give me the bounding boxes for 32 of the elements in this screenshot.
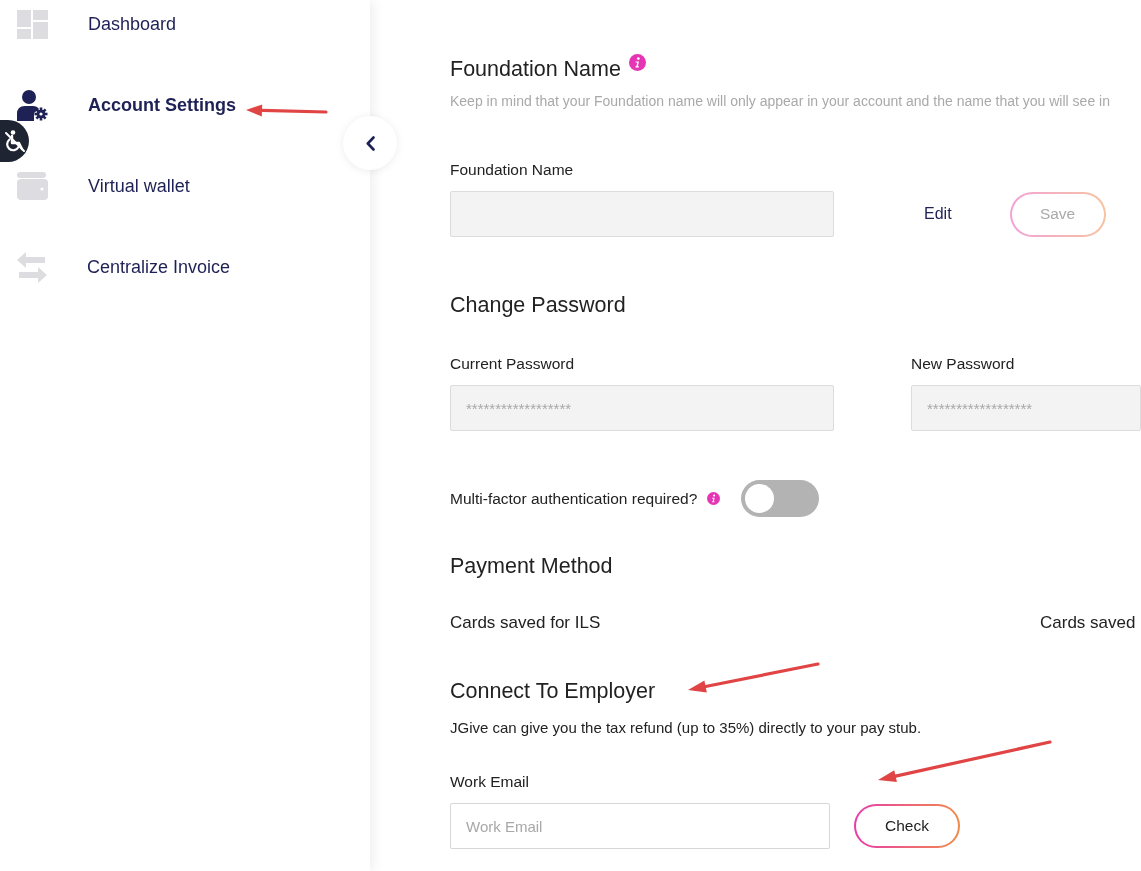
- email-field[interactable]: Work Email: [450, 803, 830, 849]
- wheelchair-icon: [5, 130, 25, 152]
- dashboard-icon: [17, 9, 48, 39]
- section-heading: Connect To Employer: [450, 678, 656, 704]
- info-icon: [707, 492, 721, 505]
- transfer-arrows-icon: [17, 251, 47, 283]
- field-label: Current Password: [450, 354, 575, 374]
- wallet-icon: [17, 172, 48, 200]
- sidebar-item[interactable]: Centralize Invoice: [17, 243, 231, 291]
- sidebar-item[interactable]: Account Settings: [17, 81, 236, 129]
- section-heading: Change Password: [450, 292, 626, 318]
- password-field[interactable]: ******************: [911, 385, 1141, 431]
- column-heading: Cards saved: [1040, 612, 1136, 634]
- section-heading: Foundation Name: [450, 56, 621, 82]
- user-gear-icon: [17, 89, 48, 121]
- field-label: Work Email: [450, 772, 529, 792]
- chevron-left-icon: [365, 135, 375, 151]
- section-description: JGive can give you the tax refund (up to 35%) directly to your pay stub.: [450, 718, 922, 738]
- field-label: New Password: [911, 354, 1015, 374]
- input-field[interactable]: [450, 191, 834, 237]
- info-icon: [628, 54, 646, 71]
- section-note: Keep in mind that your Foundation name will only appear in your account and the name that you will see in: [450, 92, 1110, 110]
- edit-link[interactable]: Edit: [924, 205, 952, 223]
- toggle-label: Multi-factor authentication required?: [450, 489, 698, 508]
- sidebar-item[interactable]: Virtual wallet: [17, 162, 190, 210]
- check-button[interactable]: Check: [854, 804, 960, 848]
- toggle-switch[interactable]: [741, 480, 820, 517]
- password-field[interactable]: ******************: [450, 385, 834, 431]
- section-heading: Payment Method: [450, 553, 613, 579]
- sidebar-item[interactable]: Dashboard: [17, 0, 177, 48]
- field-label: Foundation Name: [450, 160, 574, 180]
- column-heading: Cards saved for ILS: [450, 612, 601, 634]
